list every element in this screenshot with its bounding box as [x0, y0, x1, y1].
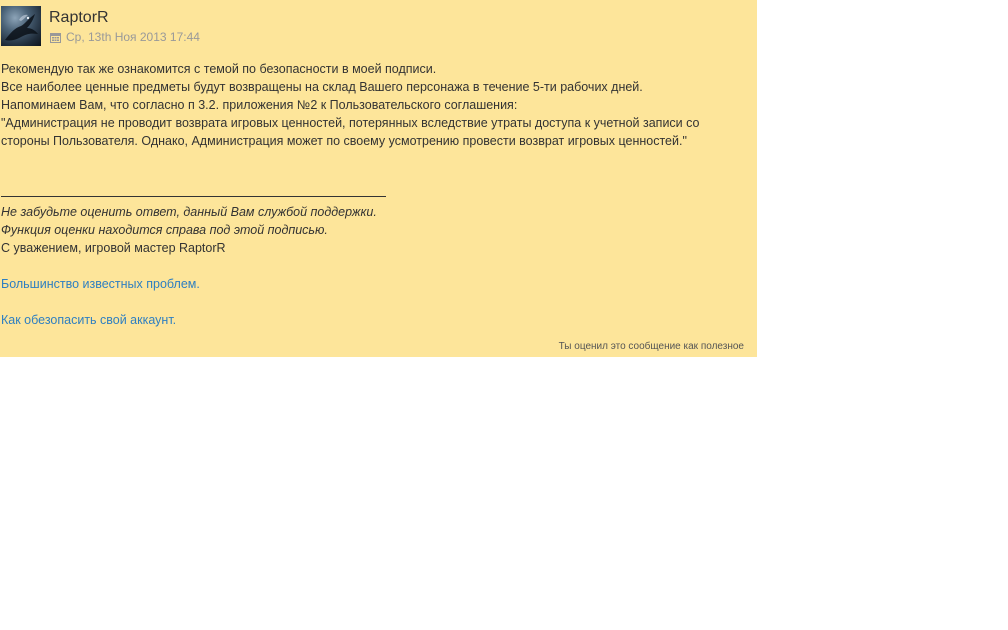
- calendar-icon: [50, 32, 61, 43]
- body-line: стороны Пользователя. Однако, Администра…: [1, 134, 687, 148]
- signature-rating-hint: Функция оценки находится справа под этой…: [1, 223, 328, 237]
- body-line: Напоминаем Вам, что согласно п 3.2. прил…: [1, 98, 518, 112]
- rating-status: Ты оценил это сообщение как полезное: [558, 341, 744, 352]
- signature-rating-reminder: Не забудьте оценить ответ, данный Вам сл…: [1, 205, 377, 219]
- signature-regards: С уважением, игровой мастер RaptorR: [1, 241, 226, 255]
- forum-post: RaptorR Ср, 13th Ноя 2013 17:44 Рекоменд…: [0, 0, 757, 357]
- post-date: Ср, 13th Ноя 2013 17:44: [66, 30, 200, 44]
- body-line: Все наиболее ценные предметы будут возвр…: [1, 80, 643, 94]
- account-security-link[interactable]: Как обезопасить свой аккаунт.: [1, 311, 601, 329]
- author-name[interactable]: RaptorR: [49, 8, 109, 28]
- body-line: "Администрация не проводит возврата игро…: [1, 116, 700, 130]
- signature: Не забудьте оценить ответ, данный Вам сл…: [1, 196, 601, 329]
- post-meta: Ср, 13th Ноя 2013 17:44: [50, 30, 200, 44]
- body-line: Рекомендую так же ознакомится с темой по…: [1, 62, 437, 76]
- avatar[interactable]: [1, 6, 41, 46]
- signature-divider: [1, 196, 386, 197]
- dragon-avatar-icon: [5, 14, 38, 41]
- post-body: Рекомендую так же ознакомится с темой по…: [1, 60, 751, 150]
- known-issues-link[interactable]: Большинство известных проблем.: [1, 275, 601, 293]
